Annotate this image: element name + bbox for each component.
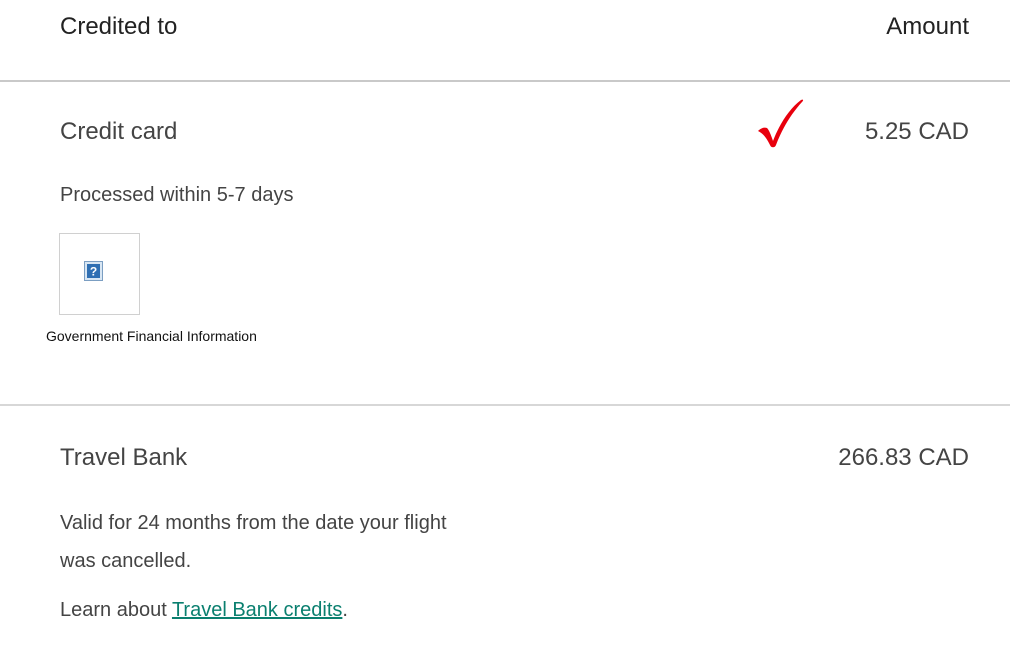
travel-bank-credits-link[interactable]: Travel Bank credits bbox=[172, 599, 342, 621]
travel-bank-option[interactable]: Travel Bank 266.83 CAD Valid for 24 mont… bbox=[0, 404, 1010, 663]
check-mark-icon bbox=[758, 99, 804, 148]
refund-options-panel: Credited to Amount Credit card 5.25 CAD … bbox=[0, 0, 1010, 663]
learn-suffix: . bbox=[342, 599, 348, 621]
travel-bank-title: Travel Bank bbox=[60, 444, 188, 471]
credit-card-amount: 5.25 CAD bbox=[864, 118, 969, 145]
learn-prefix: Learn about bbox=[60, 599, 172, 621]
credited-to-header: Credited to bbox=[60, 13, 178, 40]
travel-bank-learn-more: Learn about Travel Bank credits. bbox=[60, 599, 348, 622]
table-header: Credited to Amount bbox=[0, 0, 1010, 82]
credit-card-title: Credit card bbox=[60, 118, 178, 145]
credit-card-option[interactable]: Credit card 5.25 CAD Processed within 5-… bbox=[0, 82, 1010, 404]
travel-bank-validity-note: Valid for 24 months from the date your f… bbox=[60, 512, 447, 572]
government-info-caption: Government Financial Information bbox=[46, 328, 257, 344]
svg-text:?: ? bbox=[90, 265, 97, 279]
credit-card-processing-note: Processed within 5-7 days bbox=[60, 184, 294, 206]
question-icon: ? bbox=[84, 261, 103, 281]
amount-header: Amount bbox=[886, 13, 969, 40]
travel-bank-amount: 266.83 CAD bbox=[838, 444, 969, 471]
government-info-image[interactable]: ? bbox=[59, 233, 140, 315]
